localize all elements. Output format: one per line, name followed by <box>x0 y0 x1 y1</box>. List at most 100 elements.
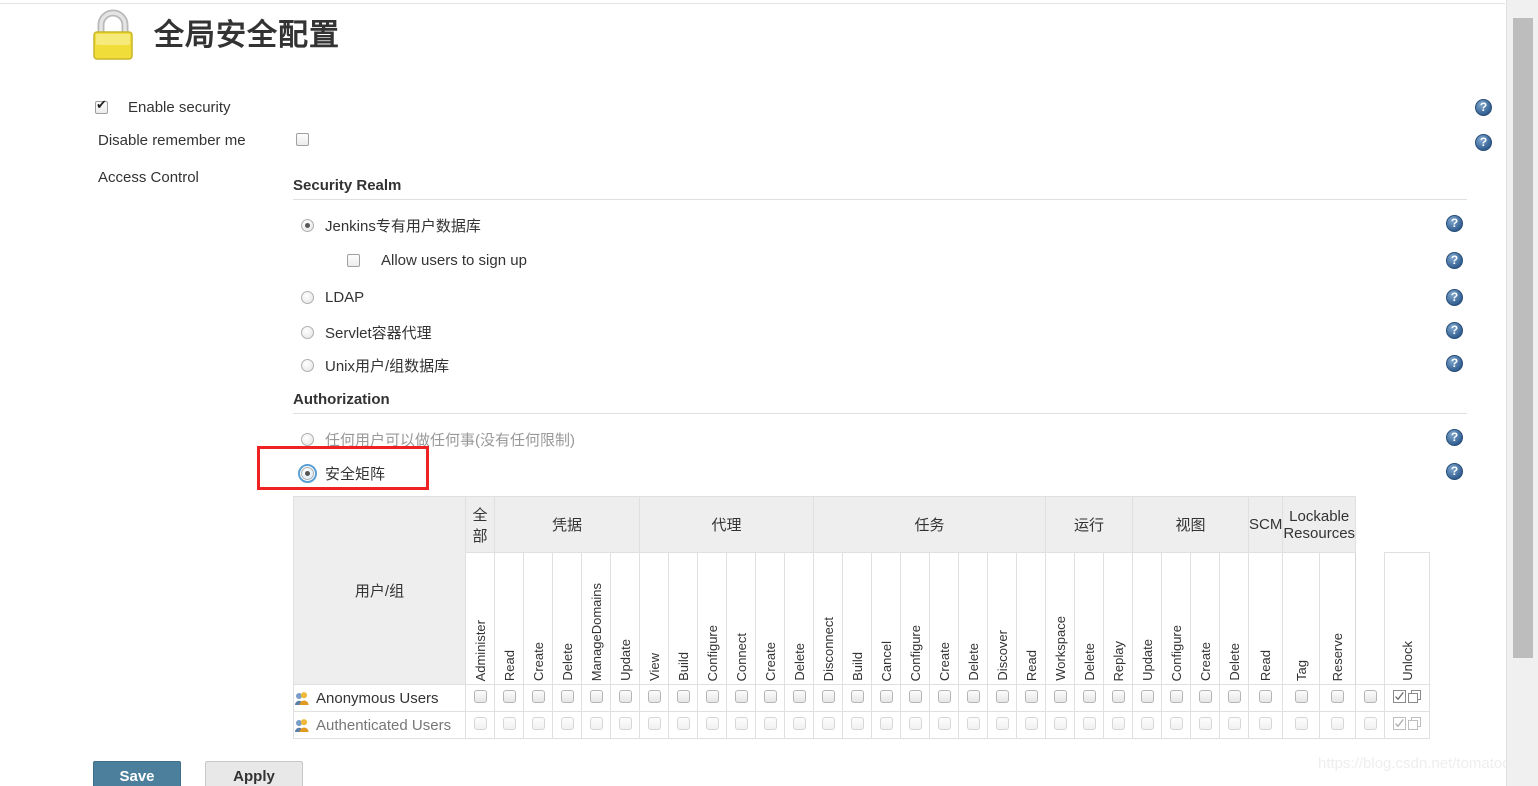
authz-anyone-radio[interactable] <box>301 433 314 446</box>
page-scrollbar-thumb[interactable] <box>1513 18 1533 658</box>
permission-checkbox[interactable] <box>1140 717 1154 730</box>
matrix-permission-cell[interactable] <box>1219 711 1249 739</box>
permission-checkbox[interactable] <box>1111 690 1125 703</box>
permission-checkbox[interactable] <box>1053 690 1067 703</box>
permission-checkbox[interactable] <box>908 690 922 703</box>
matrix-permission-cell[interactable] <box>581 711 611 739</box>
permission-checkbox[interactable] <box>1111 717 1125 730</box>
matrix-permission-cell[interactable] <box>552 711 582 739</box>
matrix-permission-cell[interactable] <box>1355 684 1386 712</box>
matrix-permission-cell[interactable] <box>987 684 1017 712</box>
matrix-permission-cell[interactable] <box>784 711 814 739</box>
matrix-permission-cell[interactable] <box>494 684 524 712</box>
matrix-permission-cell[interactable] <box>1190 711 1220 739</box>
matrix-permission-cell[interactable] <box>1190 684 1220 712</box>
matrix-permission-cell[interactable] <box>1132 684 1162 712</box>
matrix-permission-cell[interactable] <box>697 711 727 739</box>
permission-checkbox[interactable] <box>560 690 574 703</box>
matrix-permission-cell[interactable] <box>697 684 727 712</box>
select-all-icon[interactable] <box>1393 690 1407 706</box>
matrix-permission-cell[interactable] <box>842 684 872 712</box>
permission-checkbox[interactable] <box>560 717 574 730</box>
help-icon-enable-security[interactable]: ? <box>1475 99 1492 116</box>
permission-checkbox[interactable] <box>531 717 545 730</box>
permission-checkbox[interactable] <box>763 717 777 730</box>
matrix-permission-cell[interactable] <box>726 684 756 712</box>
matrix-permission-cell[interactable] <box>494 711 524 739</box>
matrix-permission-cell[interactable] <box>987 711 1017 739</box>
matrix-permission-cell[interactable] <box>610 711 640 739</box>
permission-checkbox[interactable] <box>1198 717 1212 730</box>
matrix-permission-cell[interactable] <box>726 711 756 739</box>
page-scrollbar[interactable] <box>1506 0 1538 786</box>
realm-unix-radio[interactable] <box>301 359 314 372</box>
matrix-permission-cell[interactable] <box>552 684 582 712</box>
matrix-permission-cell[interactable] <box>1074 711 1104 739</box>
matrix-permission-cell[interactable] <box>639 684 669 712</box>
permission-checkbox[interactable] <box>589 717 603 730</box>
disable-remember-me-checkbox[interactable] <box>296 133 309 146</box>
permission-checkbox[interactable] <box>1294 690 1308 703</box>
permission-checkbox[interactable] <box>1140 690 1154 703</box>
matrix-permission-cell[interactable] <box>784 684 814 712</box>
matrix-permission-cell[interactable] <box>813 684 843 712</box>
matrix-permission-cell[interactable] <box>871 711 901 739</box>
permission-checkbox[interactable] <box>1198 690 1212 703</box>
permission-checkbox[interactable] <box>647 690 661 703</box>
matrix-permission-cell[interactable] <box>900 711 930 739</box>
permission-checkbox[interactable] <box>1363 717 1377 730</box>
permission-checkbox[interactable] <box>821 690 835 703</box>
permission-checkbox[interactable] <box>676 690 690 703</box>
matrix-permission-cell[interactable] <box>1103 684 1133 712</box>
permission-checkbox[interactable] <box>879 690 893 703</box>
matrix-permission-cell[interactable] <box>668 711 698 739</box>
realm-option-ldap[interactable]: LDAP <box>301 289 364 306</box>
matrix-permission-cell[interactable] <box>610 684 640 712</box>
permission-checkbox[interactable] <box>1227 690 1241 703</box>
allow-signup-row[interactable]: Allow users to sign up <box>347 252 527 269</box>
permission-checkbox[interactable] <box>1082 717 1096 730</box>
realm-option-unix[interactable]: Unix用户/组数据库 <box>301 355 449 376</box>
permission-checkbox[interactable] <box>1259 690 1273 703</box>
realm-ldap-radio[interactable] <box>301 291 314 304</box>
matrix-permission-cell[interactable] <box>1318 711 1357 739</box>
matrix-permission-cell[interactable] <box>1247 684 1284 712</box>
permission-checkbox[interactable] <box>589 690 603 703</box>
permission-checkbox[interactable] <box>937 717 951 730</box>
matrix-permission-cell[interactable] <box>668 684 698 712</box>
matrix-permission-cell[interactable] <box>523 711 553 739</box>
matrix-permission-cell[interactable] <box>1355 711 1386 739</box>
permission-checkbox[interactable] <box>1169 690 1183 703</box>
realm-jenkins-db-radio[interactable] <box>301 219 314 232</box>
permission-checkbox[interactable] <box>502 690 516 703</box>
enable-security-checkbox[interactable] <box>95 98 108 114</box>
matrix-permission-cell[interactable] <box>1318 684 1357 712</box>
permission-checkbox[interactable] <box>647 717 661 730</box>
help-icon-ldap[interactable]: ? <box>1446 289 1463 306</box>
help-icon-servlet[interactable]: ? <box>1446 322 1463 339</box>
permission-checkbox[interactable] <box>966 717 980 730</box>
matrix-permission-cell[interactable] <box>1282 711 1320 739</box>
matrix-permission-cell[interactable] <box>1247 711 1284 739</box>
permission-checkbox[interactable] <box>1053 717 1067 730</box>
permission-checkbox[interactable] <box>734 690 748 703</box>
permission-checkbox[interactable] <box>1363 690 1377 703</box>
help-icon-allow-signup[interactable]: ? <box>1446 252 1463 269</box>
permission-checkbox[interactable] <box>473 690 487 703</box>
help-icon-disable-remember-me[interactable]: ? <box>1475 134 1492 151</box>
permission-checkbox[interactable] <box>821 717 835 730</box>
matrix-permission-cell[interactable] <box>958 684 988 712</box>
matrix-permission-cell[interactable] <box>523 684 553 712</box>
copy-row-icon[interactable] <box>1408 717 1422 733</box>
matrix-permission-cell[interactable] <box>1103 711 1133 739</box>
permission-checkbox[interactable] <box>1169 717 1183 730</box>
permission-checkbox[interactable] <box>937 690 951 703</box>
permission-checkbox[interactable] <box>473 717 487 730</box>
permission-checkbox[interactable] <box>1024 690 1038 703</box>
matrix-permission-cell[interactable] <box>958 711 988 739</box>
permission-checkbox[interactable] <box>879 717 893 730</box>
matrix-permission-cell[interactable] <box>1045 711 1075 739</box>
permission-checkbox[interactable] <box>705 717 719 730</box>
copy-row-icon[interactable] <box>1408 690 1422 706</box>
matrix-permission-cell[interactable] <box>929 684 959 712</box>
